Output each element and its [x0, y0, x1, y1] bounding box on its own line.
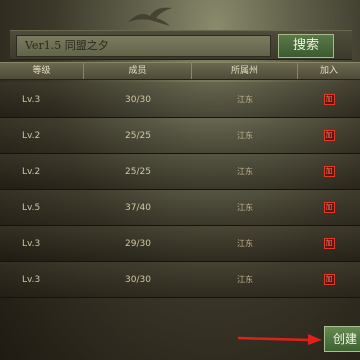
- row-province: 江东: [237, 275, 253, 284]
- row-province: 江东: [237, 131, 253, 140]
- table-row[interactable]: Lv.5 37/40 江东 加: [0, 190, 360, 226]
- row-level: Lv.3: [22, 274, 41, 285]
- search-input[interactable]: Ver1.5 同盟之夕: [16, 35, 271, 57]
- row-level: Lv.2: [22, 166, 41, 177]
- row-province: 江东: [237, 95, 253, 104]
- table-row[interactable]: Lv.3 29/30 江东 加: [0, 226, 360, 262]
- search-bar: Ver1.5 同盟之夕 搜索: [10, 30, 352, 60]
- row-members: 30/30: [125, 94, 151, 105]
- row-province: 江东: [237, 203, 253, 212]
- search-button[interactable]: 搜索: [278, 34, 334, 58]
- create-alliance-button[interactable]: 创建: [324, 326, 360, 352]
- row-province: 江东: [237, 167, 253, 176]
- row-level: Lv.2: [22, 130, 41, 141]
- row-level: Lv.3: [22, 94, 41, 105]
- row-members: 37/40: [125, 202, 151, 213]
- join-icon[interactable]: 加: [323, 94, 335, 105]
- join-icon[interactable]: 加: [323, 166, 335, 177]
- row-members: 30/30: [125, 274, 151, 285]
- row-members: 29/30: [125, 238, 151, 249]
- row-members: 25/25: [125, 130, 151, 141]
- bird-silhouette-icon: [128, 7, 172, 26]
- header-province: 所属州: [192, 63, 298, 79]
- join-icon[interactable]: 加: [323, 274, 335, 285]
- table-header: 等级 成员 所属州 加入: [0, 62, 360, 80]
- row-province: 江东: [237, 239, 253, 248]
- row-level: Lv.3: [22, 238, 41, 249]
- table-row[interactable]: Lv.2 25/25 江东 加: [0, 154, 360, 190]
- join-icon[interactable]: 加: [323, 202, 335, 213]
- table-row[interactable]: Lv.3 30/30 江东 加: [0, 82, 360, 118]
- header-members: 成员: [84, 63, 192, 79]
- row-level: Lv.5: [22, 202, 41, 213]
- table-row[interactable]: Lv.2 25/25 江东 加: [0, 118, 360, 154]
- header-level: 等级: [0, 63, 84, 79]
- table-row[interactable]: Lv.3 30/30 江东 加: [0, 262, 360, 298]
- alliance-list: Lv.3 30/30 江东 加 Lv.2 25/25 江东 加 Lv.2 25/…: [0, 82, 360, 298]
- header-join: 加入: [319, 66, 338, 76]
- join-icon[interactable]: 加: [323, 238, 335, 249]
- arrow-right-icon: [237, 334, 322, 345]
- join-icon[interactable]: 加: [323, 130, 335, 141]
- row-members: 25/25: [125, 166, 151, 177]
